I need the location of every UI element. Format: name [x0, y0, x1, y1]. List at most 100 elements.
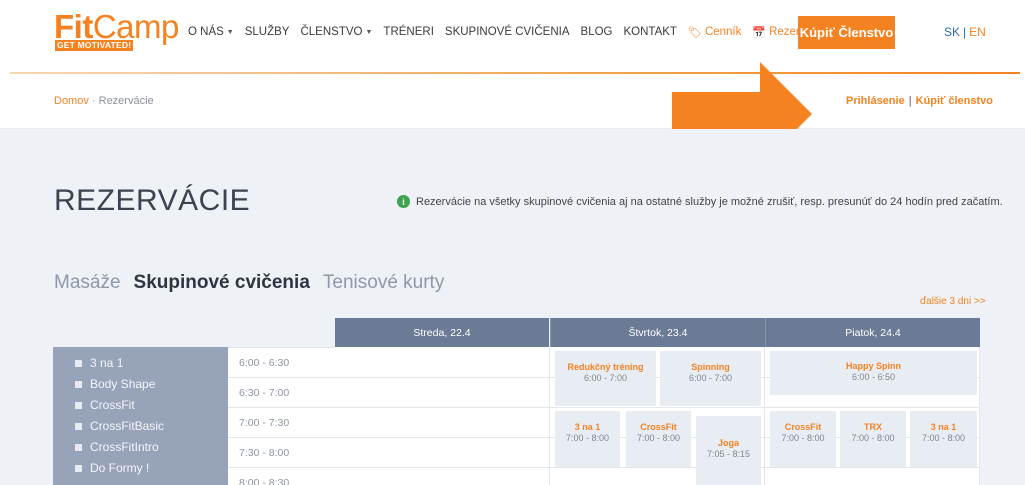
- time-slot: 7:30 - 8:00: [228, 438, 335, 468]
- event-time: 7:00 - 8:00: [921, 433, 966, 443]
- event-card[interactable]: Spinning 6:00 - 7:00: [660, 351, 761, 406]
- filter-item[interactable]: Body Shape: [75, 377, 155, 391]
- buy-membership-button[interactable]: Kúpiť Členstvo: [798, 16, 895, 49]
- nav-item-kontakt[interactable]: KONTAKT: [624, 26, 677, 38]
- filter-label: Body Shape: [90, 377, 156, 391]
- lang-separator: |: [963, 25, 967, 39]
- filter-label: CrossFitIntro: [90, 440, 159, 454]
- nav-label: SKUPINOVÉ CVIČENIA: [444, 26, 570, 38]
- nav-label: SLUŽBY: [244, 26, 290, 38]
- grid-line: [335, 407, 980, 408]
- calendar-icon: 📅: [752, 26, 767, 39]
- day-header-stvrtok: Štvrtok, 23.4: [550, 318, 765, 347]
- event-time: 7:00 - 8:00: [636, 433, 681, 443]
- nav-label: O NÁS: [188, 26, 224, 38]
- buy-membership-link[interactable]: Kúpiť členstvo: [916, 95, 993, 107]
- filter-item[interactable]: CrossFitBasic: [75, 419, 164, 433]
- fitcamp-logo[interactable]: FitCamp GET MOTIVATED!: [54, 10, 179, 51]
- event-name: Spinning: [691, 362, 730, 372]
- nav-label: Cenník: [704, 26, 742, 38]
- checkbox[interactable]: [75, 443, 82, 451]
- event-name: Joga: [717, 438, 739, 448]
- event-name: Happy Spinn: [845, 361, 901, 371]
- info-notice: i Rezervácie na všetky skupinové cvičeni…: [397, 195, 1003, 208]
- filter-item[interactable]: 3 na 1: [75, 356, 123, 370]
- caret-down-icon: ▼: [226, 28, 234, 36]
- filter-item[interactable]: CrossFitIntro: [75, 440, 159, 454]
- event-card[interactable]: 3 na 1 7:00 - 8:00: [910, 411, 977, 467]
- lang-sk-link[interactable]: SK: [944, 25, 960, 39]
- tab-tenisove-kurty[interactable]: Tenisové kurty: [323, 272, 444, 294]
- page-title: REZERVÁCIE: [54, 184, 251, 217]
- event-name: Redukčný tréning: [567, 362, 644, 372]
- day-header-streda: Streda, 22.4: [335, 318, 549, 347]
- nav-label: TRÉNERI: [383, 26, 434, 38]
- caret-down-icon: ▼: [365, 28, 373, 36]
- nav-label: BLOG: [580, 26, 613, 38]
- event-name: CrossFit: [784, 422, 822, 432]
- event-card[interactable]: TRX 7:00 - 8:00: [840, 411, 906, 467]
- event-card[interactable]: Redukčný tréning 6:00 - 7:00: [555, 351, 656, 406]
- time-column: 6:00 - 6:30 6:30 - 7:00 7:00 - 7:30 7:30…: [228, 347, 335, 485]
- main-nav: O NÁS ▼ SLUŽBY ČLENSTVO ▼ TRÉNERI SKUPINOV…: [188, 24, 877, 40]
- event-time: 7:00 - 8:00: [565, 433, 610, 443]
- nav-item-o-nas[interactable]: O NÁS ▼: [188, 26, 234, 38]
- filter-label: 3 na 1: [90, 356, 124, 370]
- nav-item-clenstvo[interactable]: ČLENSTVO ▼: [300, 26, 372, 38]
- filter-label: Do Formy !: [90, 461, 150, 475]
- event-time: 7:00 - 8:00: [851, 433, 895, 443]
- time-slot: 7:00 - 7:30: [228, 408, 335, 438]
- logo-wordmark: FitCamp: [54, 10, 179, 43]
- nav-item-cennik[interactable]: 🏷 Cenník: [688, 26, 741, 39]
- checkbox[interactable]: [75, 464, 82, 472]
- checkbox[interactable]: [75, 359, 82, 367]
- event-card[interactable]: Joga 7:05 - 8:15: [696, 416, 761, 485]
- nav-label: ČLENSTVO: [300, 26, 363, 38]
- nav-item-sluzby[interactable]: SLUŽBY: [245, 26, 290, 38]
- time-slot: 6:30 - 7:00: [228, 378, 335, 408]
- info-text: Rezervácie na všetky skupinové cvičenia …: [416, 195, 1003, 208]
- filter-panel: 3 na 1 Body Shape CrossFit CrossFitBasic…: [53, 347, 228, 485]
- event-time: 6:00 - 7:00: [583, 373, 628, 383]
- event-card[interactable]: Happy Spinn 6:00 - 6:50: [770, 351, 977, 395]
- event-card[interactable]: CrossFit 7:00 - 8:00: [770, 411, 836, 467]
- checkbox[interactable]: [75, 401, 82, 409]
- logo-tagline: GET MOTIVATED!: [55, 40, 134, 51]
- filter-label: CrossFit: [90, 398, 135, 412]
- tab-masaze[interactable]: Masáže: [54, 272, 121, 294]
- breadcrumb-current: Rezervácie: [98, 95, 154, 107]
- login-link[interactable]: Prihlásenie: [846, 95, 905, 107]
- filter-item[interactable]: CrossFit: [75, 398, 135, 412]
- grid-line: [335, 467, 980, 468]
- event-card[interactable]: CrossFit 7:00 - 8:00: [626, 411, 691, 467]
- nav-label: KONTAKT: [623, 26, 677, 38]
- next-days-link[interactable]: ďalšie 3 dni >>: [920, 296, 986, 307]
- time-slot: 8:00 - 8:30: [228, 468, 335, 485]
- breadcrumb: Domov · Rezervácie: [54, 95, 154, 107]
- checkbox[interactable]: [75, 380, 82, 388]
- event-name: CrossFit: [640, 422, 677, 432]
- info-icon: i: [397, 195, 410, 208]
- event-name: 3 na 1: [930, 422, 957, 432]
- checkbox[interactable]: [75, 422, 82, 430]
- event-time: 6:00 - 7:00: [688, 373, 733, 383]
- nav-item-skupinove-cvicenia[interactable]: SKUPINOVÉ CVIČENIA: [445, 26, 570, 38]
- time-slot: 6:00 - 6:30: [228, 348, 335, 378]
- filter-label: CrossFitBasic: [90, 419, 165, 433]
- account-links: Prihlásenie | Kúpiť členstvo: [846, 95, 993, 107]
- account-links-separator: |: [908, 95, 912, 107]
- nav-item-blog[interactable]: BLOG: [581, 26, 613, 38]
- service-tabs: Masáže Skupinové cvičenia Tenisové kurty: [54, 272, 457, 294]
- tab-skupinove-cvicenia[interactable]: Skupinové cvičenia: [134, 272, 310, 294]
- breadcrumb-separator: ·: [88, 95, 99, 107]
- site-header: FitCamp GET MOTIVATED! O NÁS ▼ SLUŽBY ČLE…: [0, 0, 1025, 72]
- event-card[interactable]: 3 na 1 7:00 - 8:00: [555, 411, 620, 467]
- nav-item-treneri[interactable]: TRÉNERI: [383, 26, 433, 38]
- price-tag-icon: 🏷: [687, 26, 702, 39]
- event-time: 7:00 - 8:00: [781, 433, 825, 443]
- day-column-streda: [335, 347, 550, 485]
- event-name: TRX: [864, 422, 882, 432]
- breadcrumb-home-link[interactable]: Domov: [54, 95, 89, 107]
- filter-item[interactable]: Do Formy !: [75, 461, 149, 475]
- lang-en-link[interactable]: EN: [969, 25, 986, 39]
